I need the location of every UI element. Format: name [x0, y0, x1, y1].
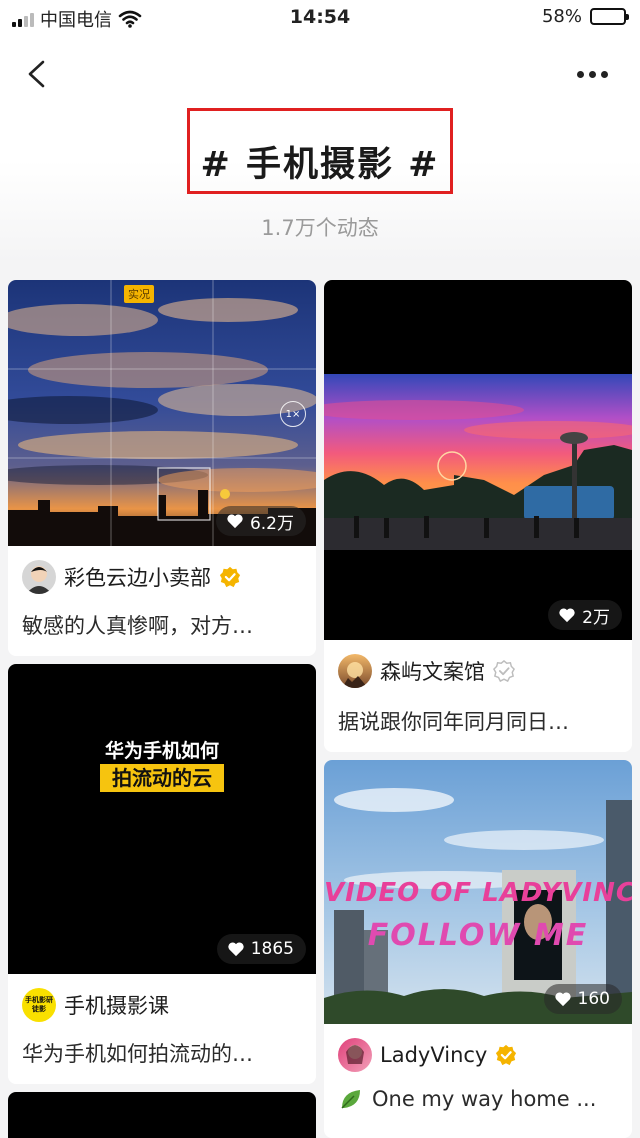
avatar[interactable]	[338, 654, 372, 688]
video-overlay-subtitle: FOLLOW ME	[367, 918, 589, 953]
like-count: 160	[577, 989, 610, 1009]
battery-percent: 58%	[541, 6, 582, 27]
post-excerpt[interactable]: 敏感的人真惨啊，对方…	[22, 610, 306, 640]
more-options-button[interactable]	[572, 64, 612, 84]
author-row[interactable]: LadyVincy	[338, 1038, 517, 1072]
like-count-badge[interactable]: 2万	[548, 600, 622, 630]
post-card[interactable]: 实况 1× 6.2万 彩色云边小卖部 敏感的人真惨啊，对方…	[8, 280, 316, 656]
topic-header: # 手机摄影 # 1.7万个动态	[0, 36, 640, 262]
author-row[interactable]: 森屿文案馆	[338, 654, 515, 688]
chevron-left-icon	[28, 60, 45, 88]
avatar-person-icon	[26, 566, 52, 594]
author-row[interactable]: 手机影研 徒影 手机摄影课	[22, 988, 169, 1022]
avatar-silhouette-icon	[342, 662, 368, 688]
like-count-badge[interactable]: 6.2万	[215, 506, 306, 536]
author-row[interactable]: 彩色云边小卖部	[22, 560, 241, 594]
post-video[interactable]	[8, 1092, 316, 1138]
heart-icon	[559, 608, 575, 623]
like-count-badge[interactable]: 160	[543, 984, 622, 1014]
live-photo-badge: 实况	[124, 285, 154, 303]
verified-badge-icon	[219, 566, 241, 588]
avatar[interactable]	[22, 560, 56, 594]
avatar[interactable]	[338, 1038, 372, 1072]
post-excerpt[interactable]: One my way home ...	[338, 1086, 622, 1112]
post-excerpt[interactable]: 据说跟你同年同月同日…	[338, 706, 622, 736]
post-excerpt-text: One my way home ...	[372, 1087, 597, 1111]
like-count: 2万	[582, 607, 610, 628]
like-count: 1865	[250, 939, 294, 959]
post-count: 1.7万个动态	[261, 216, 379, 240]
battery-icon	[590, 8, 629, 25]
leaf-icon	[341, 1090, 360, 1109]
heart-icon	[554, 992, 571, 1007]
post-card[interactable]: 2万 森屿文案馆 据说跟你同年同月同日…	[324, 280, 632, 752]
avatar[interactable]: 手机影研 徒影	[22, 988, 56, 1022]
post-video[interactable]: 华为手机如何 拍流动的云 1865	[8, 664, 316, 974]
author-name[interactable]: 手机摄影课	[64, 990, 169, 1020]
verified-badge-icon	[496, 1044, 517, 1066]
author-name[interactable]: LadyVincy	[380, 1043, 487, 1067]
post-video[interactable]: 2万	[324, 280, 632, 640]
author-name[interactable]: 彩色云边小卖部	[64, 562, 211, 592]
city-sunset-image	[324, 374, 632, 550]
topic-title: # 手机摄影 #	[200, 145, 440, 185]
more-dot-icon	[588, 70, 596, 78]
author-name[interactable]: 森屿文案馆	[380, 656, 485, 686]
like-count: 6.2万	[249, 513, 294, 534]
post-video[interactable]: VIDEO OF LADYVINCY FOLLOW ME 160	[324, 760, 632, 1024]
video-caption-line2: 拍流动的云	[100, 764, 224, 792]
post-card[interactable]	[8, 1092, 316, 1138]
heart-icon	[228, 942, 244, 957]
like-count-badge[interactable]: 1865	[216, 934, 306, 964]
back-button[interactable]	[18, 54, 58, 94]
zoom-toggle[interactable]: 1×	[280, 401, 306, 427]
avatar-portrait-icon	[346, 1045, 364, 1064]
more-dot-icon	[600, 70, 608, 78]
more-dot-icon	[576, 70, 584, 78]
status-bar: 中国电信 14:54 58%	[0, 0, 640, 36]
post-image[interactable]: 实况 1× 6.2万	[8, 280, 316, 546]
video-caption-line1: 华为手机如何	[104, 740, 219, 762]
post-excerpt[interactable]: 华为手机如何拍流动的…	[22, 1038, 306, 1068]
post-card[interactable]: 华为手机如何 拍流动的云 1865 手机影研 徒影 手机摄影课 华为手机如何拍流…	[8, 664, 316, 1084]
heart-icon	[227, 514, 243, 529]
video-overlay-title: VIDEO OF LADYVINCY	[324, 878, 632, 908]
verified-badge-icon	[493, 660, 515, 682]
post-card[interactable]: VIDEO OF LADYVINCY FOLLOW ME 160 LadyVin…	[324, 760, 632, 1138]
avatar-logo: 手机影研 徒影	[25, 996, 53, 1013]
